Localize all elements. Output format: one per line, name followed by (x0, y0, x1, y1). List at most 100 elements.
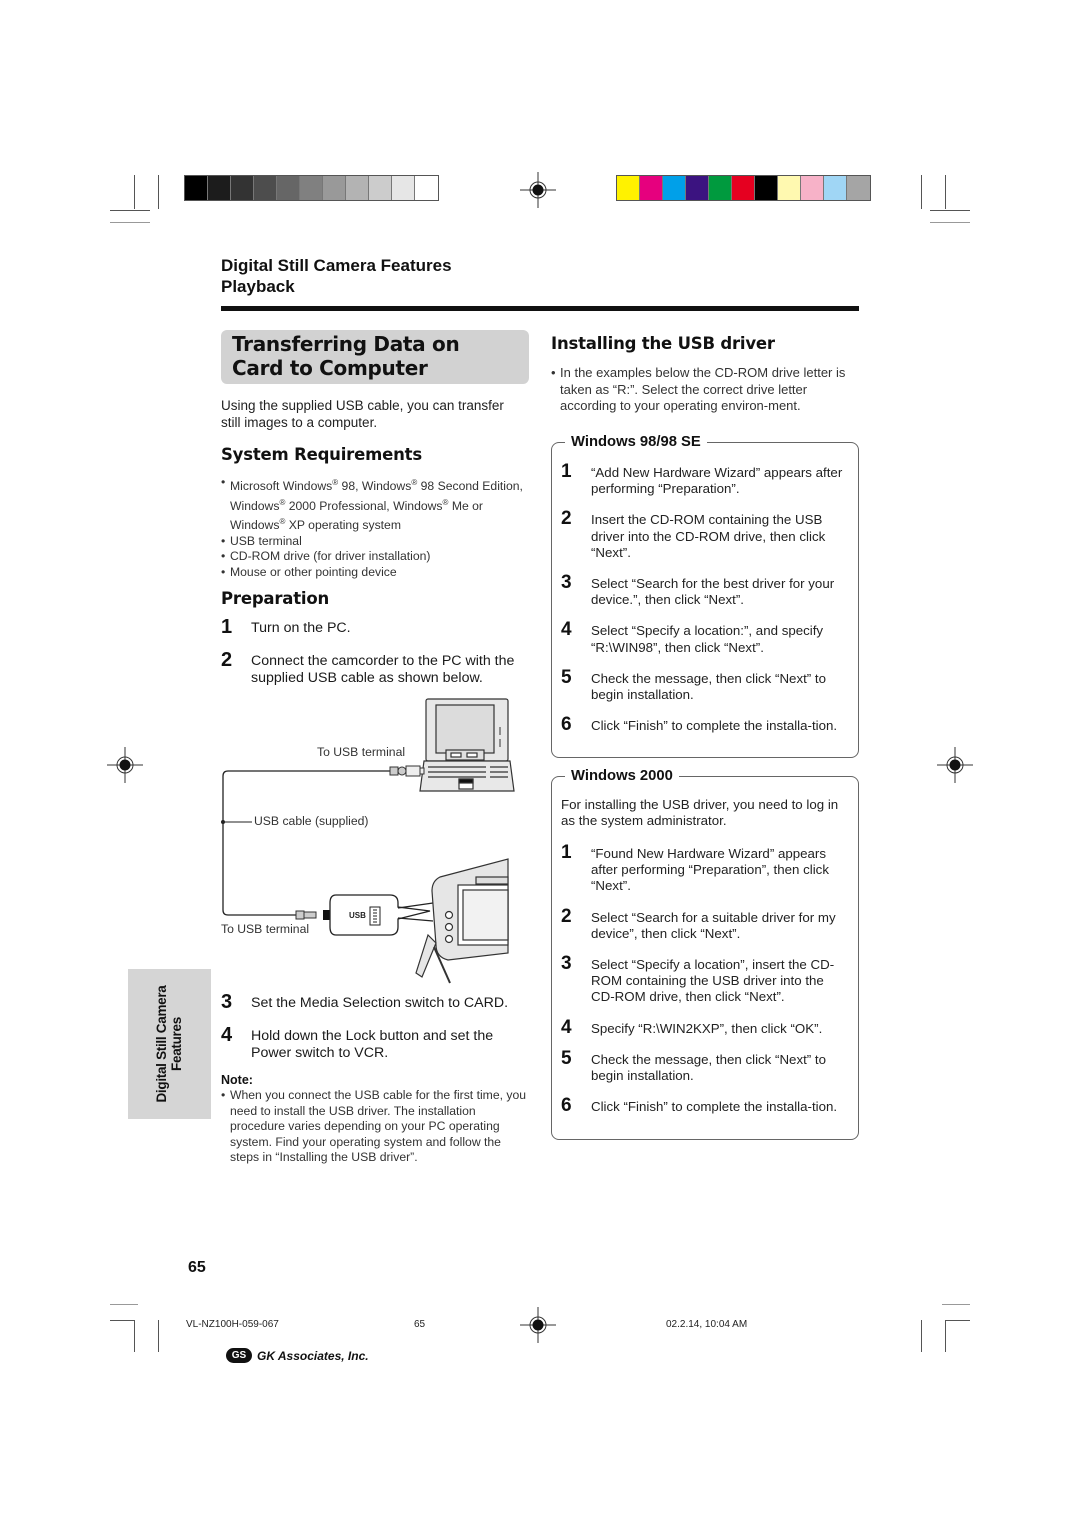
step-number: 2 (561, 508, 572, 530)
connection-illustration (221, 698, 515, 984)
install-step: 4 Select “Specify a location:”, and speci… (561, 619, 851, 655)
crop-mark (921, 175, 922, 209)
footer-timestamp: 02.2.14, 10:04 AM (666, 1319, 748, 1330)
system-requirements-list: Microsoft Windows® 98, Windows® 98 Secon… (221, 475, 533, 580)
step-number: 2 (561, 905, 572, 927)
preparation-step: 1 Turn on the PC. (221, 617, 536, 637)
windows-98-label: Windows 98/98 SE (565, 433, 707, 451)
grayscale-swatch (323, 176, 346, 200)
windows-2000-label: Windows 2000 (565, 767, 679, 785)
process-color-swatch (617, 176, 640, 200)
chapter-side-tab-label: Digital Still Camera Features (154, 985, 184, 1102)
crop-mark (930, 210, 970, 211)
process-color-swatch (778, 176, 801, 200)
registration-mark-icon (107, 747, 143, 783)
requirement-item: Microsoft Windows® 98, Windows® 98 Secon… (221, 475, 533, 534)
subsection-title: Playback (221, 277, 295, 296)
install-step: 1 “Add New Hardware Wizard” appears after… (561, 461, 851, 497)
grayscale-swatch (415, 176, 438, 200)
page-title: Transferring Data on Card to Computer (221, 330, 529, 384)
step-number: 1 (561, 461, 572, 482)
page-title-line1: Transferring Data on (232, 332, 460, 356)
step-text: Select “Search for a suitable driver for… (591, 909, 836, 941)
step-number: 1 (561, 842, 572, 863)
section-header: Digital Still Camera Features Playback (221, 255, 452, 297)
crop-mark (110, 210, 150, 211)
preparation-steps-top: 1 Turn on the PC. 2 Connect the camcorde… (221, 617, 536, 695)
grayscale-swatch (369, 176, 392, 200)
process-color-bar (616, 175, 871, 201)
note-list: When you connect the USB cable for the f… (221, 1088, 531, 1166)
process-color-swatch (709, 176, 732, 200)
usb-connection-diagram: To USB terminal USB cable (supplied) USB… (218, 695, 518, 985)
windows-2000-steps: 1 “Found New Hardware Wizard” appears aft… (561, 842, 851, 1130)
grayscale-swatch (300, 176, 323, 200)
step-text: “Add New Hardware Wizard” appears after … (591, 465, 843, 497)
grayscale-swatch (208, 176, 231, 200)
process-color-swatch (824, 176, 847, 200)
step-text: Connect the camcorder to the PC with the… (251, 653, 515, 686)
step-text: Insert the CD-ROM containing the USB dri… (591, 512, 826, 560)
windows-98-steps: 1 “Add New Hardware Wizard” appears after… (561, 461, 851, 749)
crop-mark (945, 1320, 946, 1352)
process-color-swatch (847, 176, 870, 200)
requirement-item: CD-ROM drive (for driver installation) (221, 549, 533, 565)
crop-mark (110, 1320, 134, 1321)
install-step: 2 Select “Search for a suitable driver fo… (561, 905, 851, 942)
note-item: When you connect the USB cable for the f… (221, 1088, 531, 1166)
step-number: 6 (561, 714, 572, 736)
grayscale-swatch (231, 176, 254, 200)
install-step: 3 Select “Search for the best driver for … (561, 572, 851, 608)
registration-mark-icon (520, 172, 556, 208)
install-step: 5 Check the message, then click “Next” to… (561, 1048, 851, 1084)
chapter-side-tab: Digital Still Camera Features (128, 969, 211, 1119)
step-text: Turn on the PC. (251, 620, 351, 636)
system-requirements-heading: System Requirements (221, 445, 422, 464)
windows-2000-intro: For installing the USB driver, you need … (561, 797, 839, 829)
company-logo-icon: GS (226, 1348, 252, 1363)
install-note-list: In the examples below the CD-ROM drive l… (551, 365, 861, 415)
step-number: 6 (561, 1095, 572, 1117)
crop-mark (110, 222, 150, 223)
install-note: In the examples below the CD-ROM drive l… (551, 365, 861, 415)
step-number: 5 (561, 666, 572, 688)
registration-mark-icon (520, 1307, 556, 1343)
note-block: Note: When you connect the USB cable for… (221, 1073, 531, 1166)
step-text: Set the Media Selection switch to CARD. (251, 995, 509, 1011)
step-number: 4 (221, 1024, 233, 1046)
company-name: GK Associates, Inc. (257, 1348, 369, 1363)
step-text: Hold down the Lock button and set the Po… (251, 1028, 494, 1061)
crop-mark (942, 1304, 970, 1305)
section-title: Digital Still Camera Features (221, 256, 452, 275)
laptop-icon (419, 698, 515, 792)
install-step: 2 Insert the CD-ROM containing the USB dr… (561, 508, 851, 561)
preparation-steps-bottom: 3 Set the Media Selection switch to CARD… (221, 992, 536, 1070)
install-step: 1 “Found New Hardware Wizard” appears aft… (561, 842, 851, 895)
label-usb-port: USB (349, 911, 366, 920)
install-step: 3 Select “Specify a location”, insert the… (561, 954, 851, 1006)
side-tab-line2: Features (169, 1017, 184, 1071)
step-text: Click “Finish” to complete the installa-… (591, 718, 838, 734)
crop-mark (110, 1304, 138, 1305)
note-label: Note: (221, 1073, 253, 1087)
crop-mark (134, 1320, 135, 1352)
step-text: Select “Specify a location”, insert the … (591, 957, 835, 1005)
step-number: 3 (561, 572, 572, 594)
process-color-swatch (732, 176, 755, 200)
process-color-swatch (801, 176, 824, 200)
step-number: 4 (561, 619, 572, 641)
step-text: Specify “R:\WIN2KXP”, then click “OK”. (591, 1020, 823, 1036)
step-text: “Found New Hardware Wizard” appears afte… (591, 846, 829, 894)
grayscale-swatch (254, 176, 277, 200)
crop-mark (945, 175, 946, 209)
grayscale-swatch (185, 176, 208, 200)
label-pc-usb-terminal: To USB terminal (317, 745, 406, 759)
grayscale-swatch (277, 176, 300, 200)
grayscale-color-bar (184, 175, 439, 201)
preparation-heading: Preparation (221, 589, 330, 608)
install-step: 6 Click “Finish” to complete the installa… (561, 1095, 851, 1117)
page-title-line2: Card to Computer (232, 356, 428, 380)
crop-mark (158, 1320, 159, 1352)
step-text: Select “Specify a location:”, and specif… (591, 623, 824, 655)
footer-company: GS GK Associates, Inc. (226, 1348, 369, 1363)
